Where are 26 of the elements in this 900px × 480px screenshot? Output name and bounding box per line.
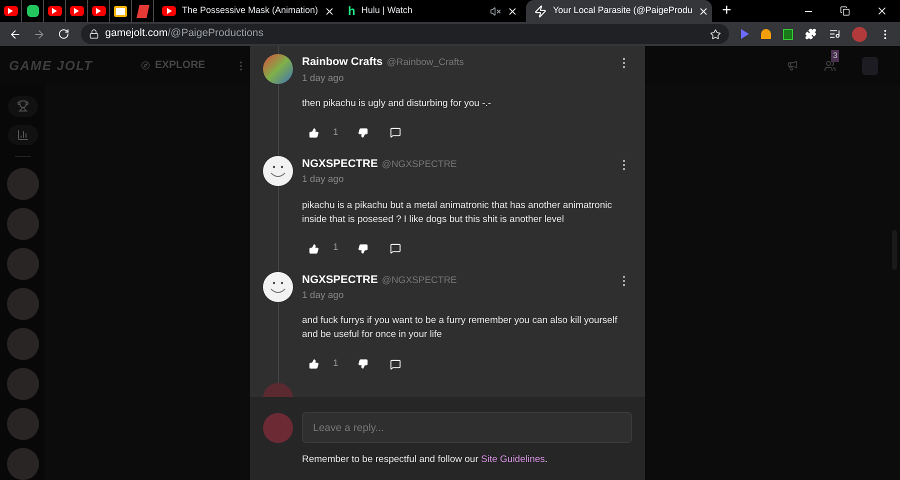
url-text: gamejolt.com/@PaigeProductions [105, 26, 265, 42]
comment-author[interactable]: NGXSPECTRE [302, 272, 378, 288]
tab-title: Your Local Parasite (@PaigeProdu [553, 4, 692, 18]
notification-count: 3 [831, 50, 840, 62]
tab-title: The Possessive Mask (Animation) [182, 4, 318, 18]
comment-author[interactable]: Rainbow Crafts [302, 54, 383, 70]
comment-time: 1 day ago [302, 72, 345, 86]
guidelines-note: Remember to be respectful and follow our Site Guidelines. [302, 453, 549, 467]
like-count: 1 [333, 126, 338, 140]
url-field[interactable]: gamejolt.com/@PaigeProductions [81, 24, 730, 44]
reply-input-field[interactable]: Leave a reply... [302, 412, 632, 443]
like-count: 1 [333, 357, 338, 372]
new-tab-button[interactable]: + [722, 0, 732, 22]
tab-title: Hulu | Watch [361, 4, 414, 18]
browser-tab[interactable]: The Possessive Mask (Animation) [154, 0, 340, 22]
comment-author[interactable]: NGXSPECTRE [302, 156, 378, 172]
comment-body: and fuck furrys if you want to be a furry remember you can also kill yourself and be useful for once in your life [302, 314, 618, 342]
site-guidelines-link[interactable]: Site Guidelines [481, 454, 545, 465]
browser-tab[interactable]: Your Local Parasite (@PaigeProdu [526, 0, 712, 22]
comment-time: 1 day ago [302, 173, 345, 188]
comment-time: 1 day ago [302, 289, 345, 303]
comment-body: pikachu is a pikachu but a metal animatronic that has another animatronic inside that is posesed ? I like dogs but this shit is another level [302, 198, 613, 226]
hulu-favicon-icon: h [348, 5, 356, 17]
browser-tab[interactable]: h Hulu | Watch [340, 0, 526, 22]
like-count: 1 [333, 241, 338, 256]
comment-body: then pikachu is ugly and disturbing for you -.- [302, 96, 492, 111]
